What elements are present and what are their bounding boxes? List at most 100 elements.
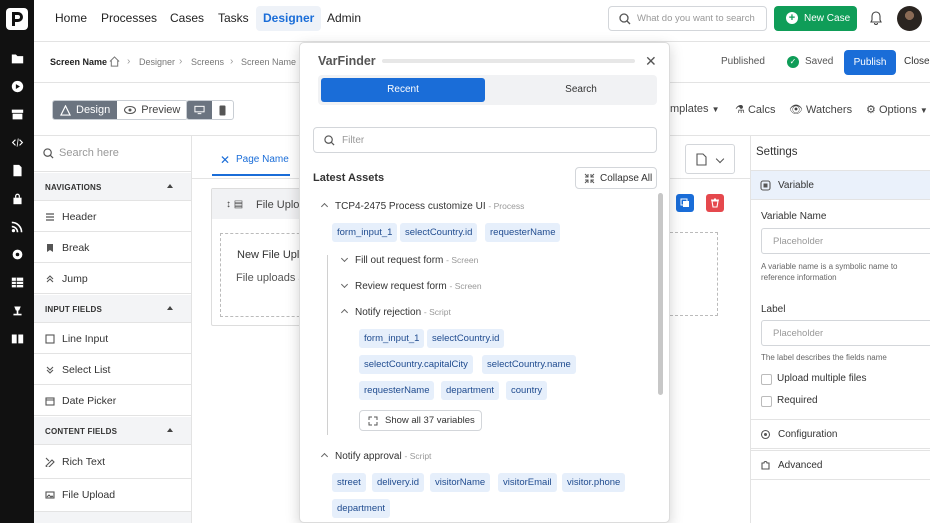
section-content-fields[interactable]: CONTENT FIELDS xyxy=(34,417,191,445)
variable-chip[interactable]: selectCountry.name xyxy=(482,355,576,374)
control-rich-text[interactable]: Rich Text xyxy=(34,447,191,479)
file-drop-zone-edge xyxy=(670,232,718,316)
gear-icon[interactable] xyxy=(9,246,25,262)
tree-item-script[interactable]: Notify approval - Script xyxy=(320,451,431,462)
design-mode-button[interactable]: Design xyxy=(53,101,118,119)
check-icon: ✓ xyxy=(787,56,799,68)
variable-chip[interactable]: selectCountry.id xyxy=(400,223,478,242)
show-all-variables-button[interactable]: Show all 37 variables xyxy=(359,410,482,431)
variable-chip[interactable]: visitor.phone xyxy=(562,473,626,492)
tree-item-process[interactable]: TCP4-2475 Process customize UI - Process xyxy=(320,201,524,212)
drag-handle-icon[interactable]: ↕ ▤ xyxy=(226,199,243,210)
home-icon[interactable] xyxy=(109,56,120,67)
control-header[interactable]: Header xyxy=(34,202,191,232)
breadcrumb-screens[interactable]: Screens xyxy=(191,57,224,67)
feed-icon[interactable] xyxy=(9,218,25,234)
control-line-input[interactable]: Line Input xyxy=(34,324,191,354)
close-icon[interactable]: ✕ xyxy=(645,53,657,70)
variable-chip[interactable]: country xyxy=(506,381,548,400)
watchers-button[interactable]: 👁 Watchers xyxy=(789,103,852,116)
lock-icon[interactable] xyxy=(9,190,25,206)
variable-chip[interactable]: street xyxy=(332,473,366,492)
variable-chip[interactable]: selectCountry.capitalCity xyxy=(359,355,473,374)
variable-name-input[interactable]: Placeholder xyxy=(761,228,930,254)
code-icon[interactable] xyxy=(9,134,25,150)
drag-bar[interactable] xyxy=(382,59,635,63)
image-icon xyxy=(45,491,55,499)
tab-page-name[interactable]: ✕ Page Name xyxy=(212,146,290,176)
templates-label: mplates xyxy=(670,103,709,115)
drop-text: File uploads a xyxy=(236,272,305,284)
variable-chip[interactable]: delivery.id xyxy=(372,473,425,492)
publish-button[interactable]: Publish xyxy=(844,50,896,75)
accordion-variable[interactable]: Variable xyxy=(751,170,930,200)
nav-home[interactable]: Home xyxy=(48,6,94,31)
tab-search[interactable]: Search xyxy=(506,78,656,102)
label-input[interactable]: Placeholder xyxy=(761,320,930,346)
new-case-button[interactable]: + New Case xyxy=(774,6,857,31)
desktop-view-button[interactable] xyxy=(187,101,212,119)
variable-chip[interactable]: requesterName xyxy=(485,223,561,242)
tree-item-screen[interactable]: Review request form - Screen xyxy=(340,280,482,292)
nav-tasks[interactable]: Tasks xyxy=(211,6,256,31)
filter-input[interactable]: Filter xyxy=(313,127,657,153)
control-break[interactable]: Break xyxy=(34,233,191,263)
preview-mode-button[interactable]: Preview xyxy=(117,101,187,119)
table-icon[interactable] xyxy=(9,274,25,290)
upload-multiple-checkbox[interactable] xyxy=(761,374,772,385)
asset-name: Notify approval xyxy=(335,451,402,462)
control-file-upload[interactable]: File Upload xyxy=(34,480,191,512)
control-select-list[interactable]: Select List xyxy=(34,355,191,385)
controls-search-input[interactable]: Search here xyxy=(34,136,191,172)
page-menu-dropdown[interactable] xyxy=(685,144,735,174)
tab-recent[interactable]: Recent xyxy=(321,78,485,102)
nav-processes[interactable]: Processes xyxy=(94,6,164,31)
control-jump[interactable]: Jump xyxy=(34,264,191,294)
breadcrumb-designer[interactable]: Designer xyxy=(139,57,175,67)
control-date-picker[interactable]: Date Picker xyxy=(34,386,191,416)
close-icon[interactable]: ✕ xyxy=(220,153,230,167)
play-icon[interactable] xyxy=(9,78,25,94)
duplicate-button[interactable] xyxy=(676,194,694,212)
accordion-configuration[interactable]: Configuration xyxy=(751,419,930,449)
book-icon[interactable] xyxy=(9,330,25,346)
tree-item-script[interactable]: Notify rejection - Script xyxy=(340,307,451,318)
variable-chip[interactable]: department xyxy=(332,499,391,518)
templates-menu[interactable]: mplates ▼ xyxy=(670,103,720,115)
scrollbar[interactable] xyxy=(658,193,663,395)
user-avatar[interactable] xyxy=(897,6,922,31)
delete-button[interactable] xyxy=(706,194,724,212)
mobile-view-button[interactable] xyxy=(212,101,233,119)
variable-chip[interactable]: visitorEmail xyxy=(498,473,557,492)
variable-chip[interactable]: form_input_1 xyxy=(359,329,425,348)
file-drop-zone[interactable]: New File Uplo File uploads a xyxy=(220,233,310,317)
variable-chip[interactable]: visitorName xyxy=(430,473,491,492)
bell-icon[interactable] xyxy=(870,11,882,25)
required-checkbox[interactable] xyxy=(761,396,772,407)
asset-name: TCP4-2475 Process customize UI xyxy=(335,201,486,212)
nav-designer[interactable]: Designer xyxy=(256,6,322,31)
folder-icon[interactable] xyxy=(9,50,25,66)
lamp-icon[interactable] xyxy=(9,302,25,318)
variable-chip[interactable]: selectCountry.id xyxy=(427,329,505,348)
variable-chip[interactable]: department xyxy=(441,381,500,400)
inbox-icon[interactable] xyxy=(9,106,25,122)
tree-item-screen[interactable]: Fill out request form - Screen xyxy=(340,254,478,266)
section-input-fields[interactable]: INPUT FIELDS xyxy=(34,295,191,323)
accordion-advanced[interactable]: Advanced xyxy=(751,450,930,480)
calcs-button[interactable]: ⚗ Calcs xyxy=(735,103,775,116)
section-navigations[interactable]: NAVIGATIONS xyxy=(34,173,191,201)
collapse-all-button[interactable]: Collapse All xyxy=(575,167,657,189)
variable-chip[interactable]: requesterName xyxy=(359,381,435,400)
filter-placeholder: Filter xyxy=(342,135,365,146)
options-menu[interactable]: ⚙ Options ▼ xyxy=(866,103,928,116)
document-icon[interactable] xyxy=(9,162,25,178)
plus-icon: + xyxy=(786,12,798,24)
nav-admin[interactable]: Admin xyxy=(320,6,368,31)
close-button[interactable]: Close xyxy=(904,56,930,67)
nav-cases[interactable]: Cases xyxy=(163,6,211,31)
file-upload-control[interactable]: ↕ ▤ File Uploa New File Uplo File upload… xyxy=(211,188,311,326)
global-search-input[interactable]: What do you want to search xyxy=(608,6,767,31)
variable-chip[interactable]: form_input_1 xyxy=(332,223,398,242)
collapse-all-label: Collapse All xyxy=(600,173,653,184)
